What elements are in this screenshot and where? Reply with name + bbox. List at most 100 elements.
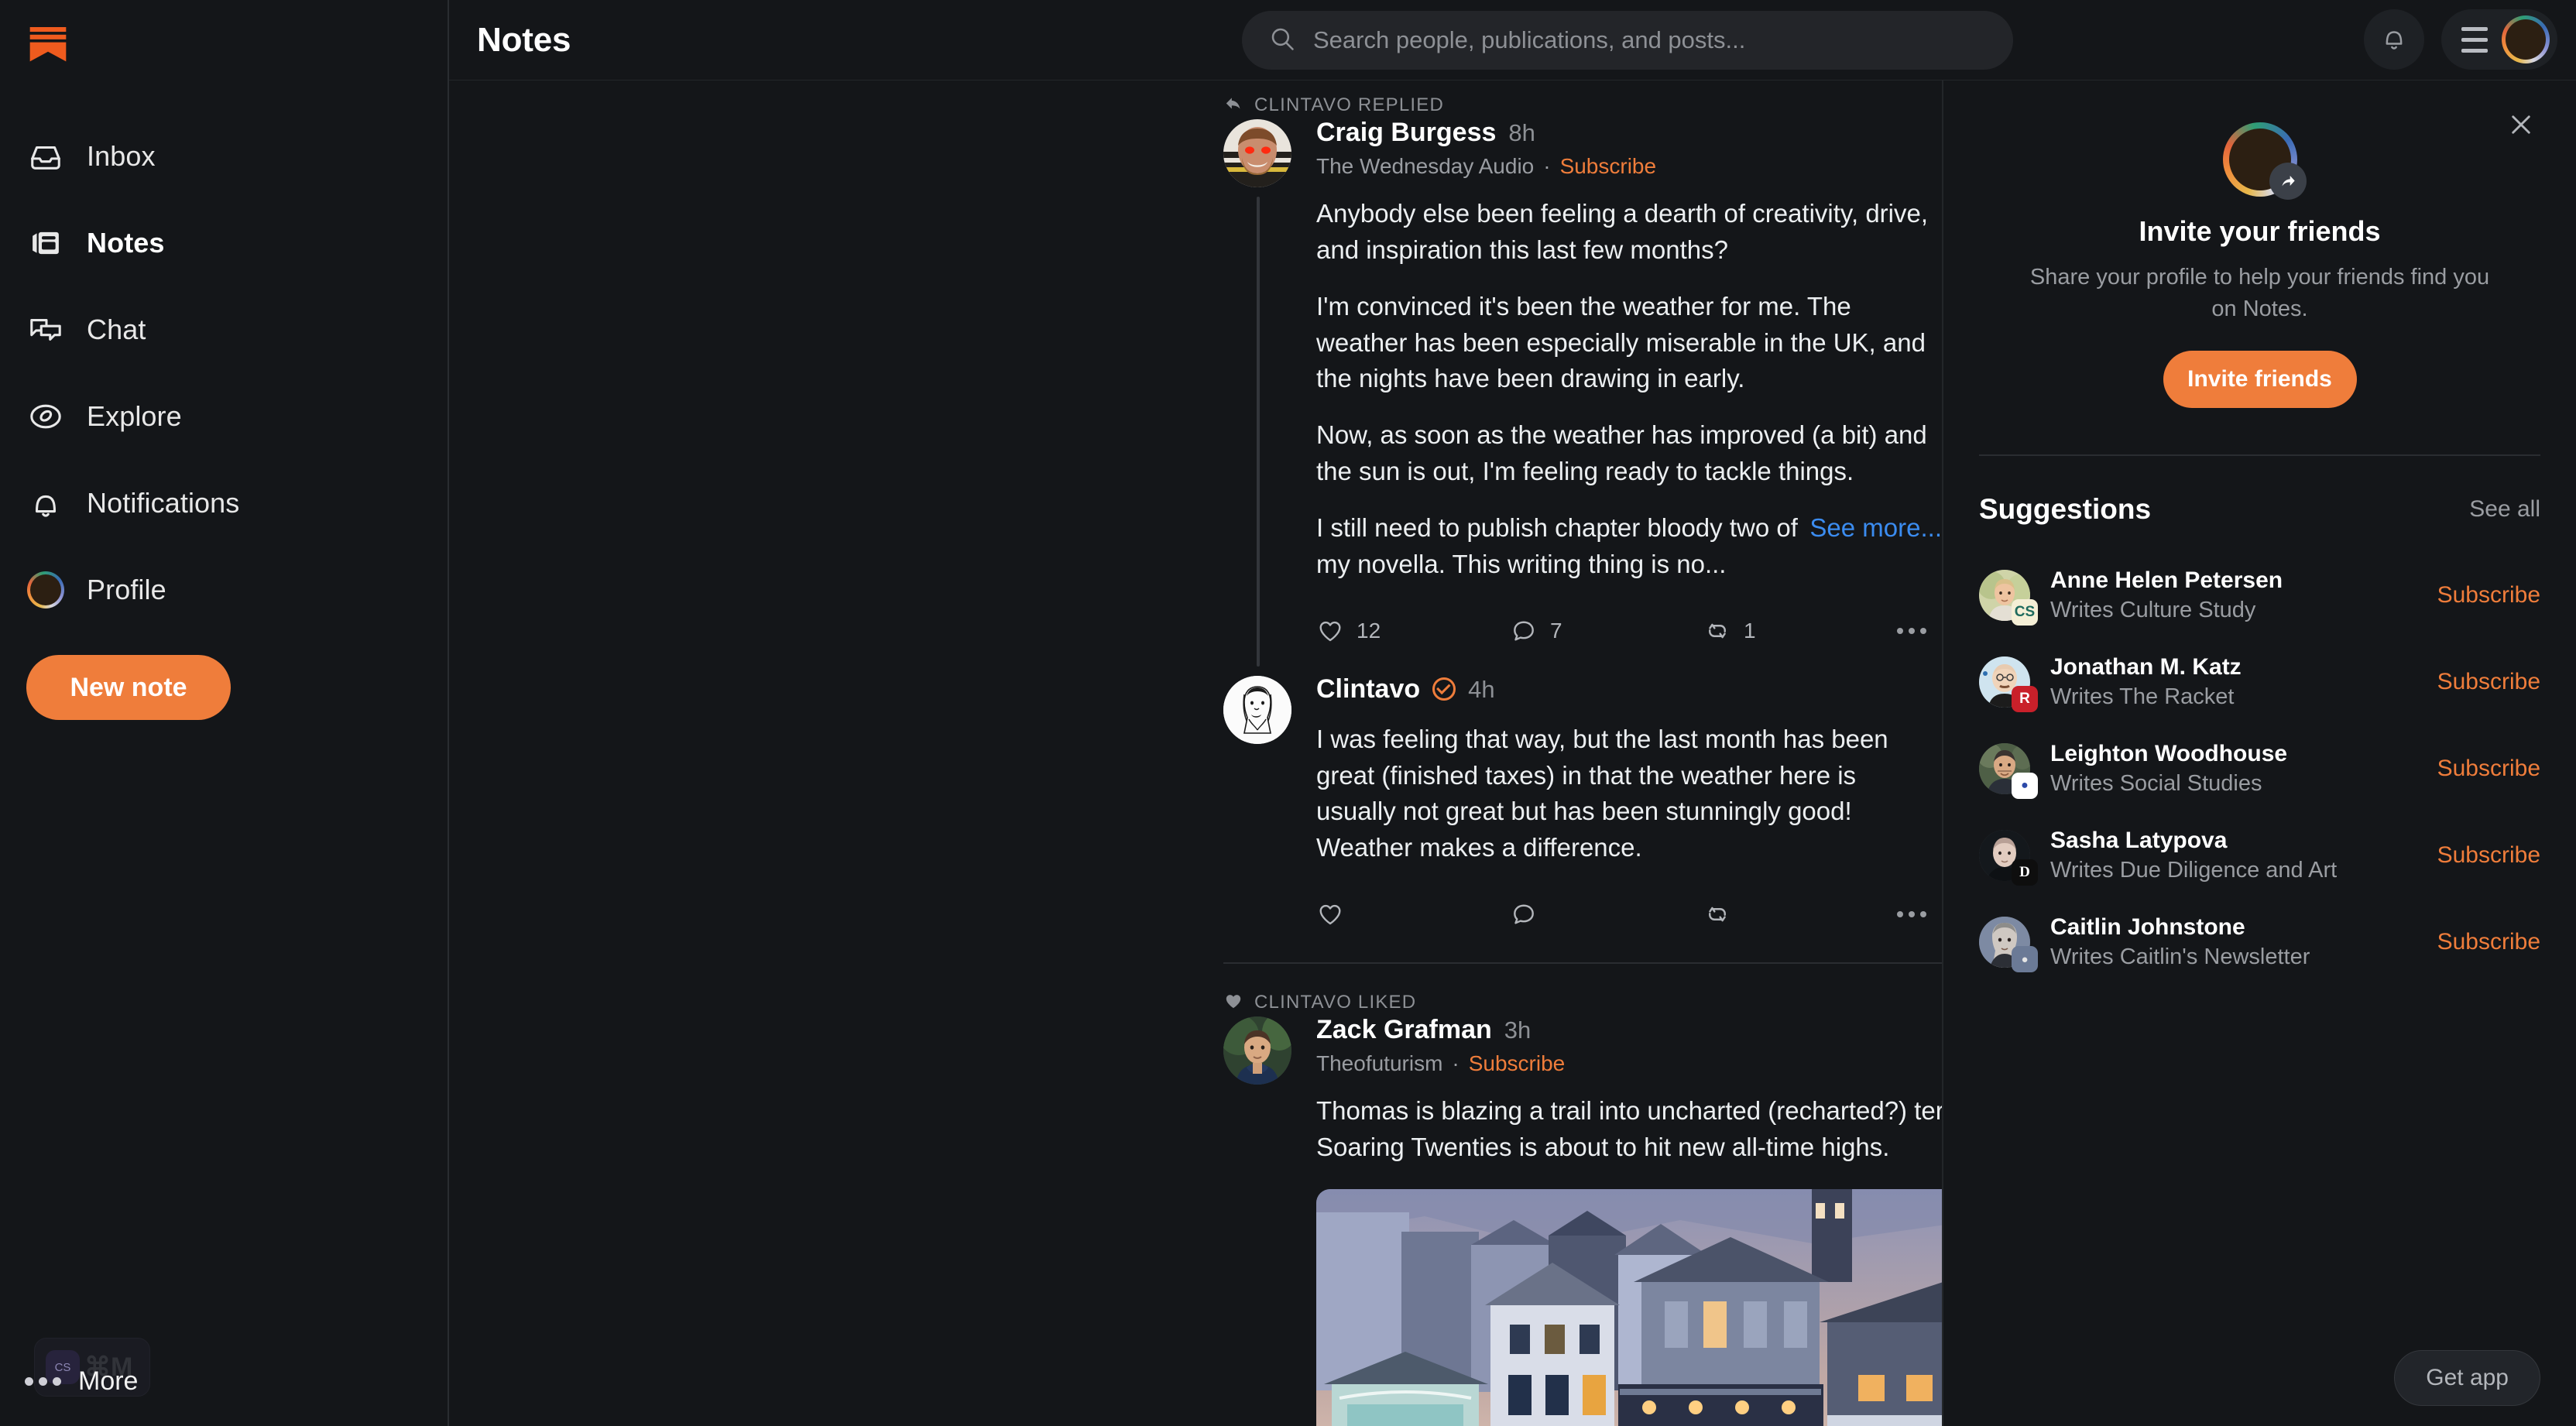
invite-avatar-wrap: [2222, 122, 2307, 200]
note-divider: [1223, 962, 1942, 965]
see-more-link[interactable]: See more...: [1809, 510, 1942, 547]
note-body: Craig Burgess 8h The Wednesday Audio · S…: [1316, 116, 1942, 653]
see-all-link[interactable]: See all: [2469, 496, 2540, 523]
reply-arrow-icon: [1223, 94, 1243, 118]
subscribe-link[interactable]: Subscribe: [1560, 154, 1657, 179]
sidebar-item-label: Inbox: [87, 140, 156, 172]
top-header: Notes Search people, publications, and p…: [449, 0, 2576, 81]
sidebar-item-notifications[interactable]: Notifications: [0, 460, 448, 547]
right-sidebar: Invite your friends Share your profile t…: [1942, 81, 2576, 1426]
like-button[interactable]: 12: [1316, 617, 1510, 645]
list-item[interactable]: ● Leighton Woodhouse Writes Social Studi…: [1979, 725, 2540, 812]
note-paragraph: I'm convinced it's been the weather for …: [1316, 291, 1926, 393]
subscribe-button[interactable]: Subscribe: [2437, 756, 2540, 782]
note-more-button[interactable]: [1897, 627, 1926, 634]
list-item[interactable]: CS Anne Helen Petersen Writes Culture St…: [1979, 552, 2540, 639]
note-author-name[interactable]: Zack Grafman: [1316, 1015, 1492, 1045]
get-app-button[interactable]: Get app: [2394, 1350, 2540, 1406]
close-button[interactable]: [2502, 107, 2540, 146]
list-item[interactable]: D Sasha Latypova Writes Due Diligence an…: [1979, 812, 2540, 899]
note-more-button[interactable]: [1897, 911, 1926, 918]
note-paragraph-text: I still need to publish chapter bloody t…: [1316, 513, 1798, 578]
subscribe-button[interactable]: Subscribe: [2437, 582, 2540, 608]
suggestions-title: Suggestions: [1979, 493, 2152, 526]
restack-button[interactable]: [1703, 900, 1897, 928]
suggestions-list: CS Anne Helen Petersen Writes Culture St…: [1979, 552, 2540, 986]
chat-icon: [26, 310, 65, 349]
comment-button[interactable]: [1510, 900, 1703, 928]
hamburger-icon: [2461, 26, 2488, 53]
note-timestamp: 8h: [1508, 119, 1535, 146]
list-item[interactable]: R Jonathan M. Katz Writes The Racket Sub…: [1979, 639, 2540, 725]
note-actions: [1316, 893, 1942, 936]
left-sidebar: Inbox Notes Chat Explore Notifications P…: [0, 0, 449, 1426]
avatar[interactable]: [1223, 119, 1291, 187]
publication-name[interactable]: The Wednesday Audio: [1316, 154, 1534, 179]
new-note-button[interactable]: New note: [26, 655, 231, 720]
author-avatar-column: [1223, 116, 1293, 667]
search-input[interactable]: Search people, publications, and posts..…: [1242, 11, 2013, 70]
like-count: 12: [1357, 618, 1381, 643]
sidebar-item-profile[interactable]: Profile: [0, 547, 448, 633]
avatar-wrap: ●: [1979, 917, 2038, 973]
search-placeholder: Search people, publications, and posts..…: [1313, 26, 1746, 53]
note-author-name[interactable]: Clintavo: [1316, 674, 1420, 704]
suggestion-info: Jonathan M. Katz Writes The Racket: [2050, 654, 2417, 710]
note-author-row: Craig Burgess 8h: [1316, 118, 1942, 148]
note-publication-row: The Wednesday Audio · Subscribe: [1316, 154, 1942, 179]
avatar-wrap: D: [1979, 830, 2038, 886]
note-main: Clintavo 4h I was feeling that way, but …: [449, 673, 1942, 936]
sidebar-more-button[interactable]: More: [22, 1366, 138, 1397]
suggestion-publication: Writes Due Diligence and Art: [2050, 858, 2338, 883]
comment-count: 7: [1550, 618, 1562, 643]
sidebar-item-chat[interactable]: Chat: [0, 286, 448, 373]
subscribe-button[interactable]: Subscribe: [2437, 842, 2540, 869]
user-avatar: [2502, 15, 2550, 63]
suggestion-info: Anne Helen Petersen Writes Culture Study: [2050, 567, 2417, 623]
invite-title: Invite your friends: [2139, 215, 2381, 247]
thread-connector-line: [1257, 197, 1260, 667]
subscribe-link[interactable]: Subscribe: [1469, 1051, 1566, 1076]
avatar-wrap: R: [1979, 656, 2038, 713]
list-item[interactable]: ● Caitlin Johnstone Writes Caitlin's New…: [1979, 899, 2540, 986]
author-avatar-column: [1223, 1013, 1293, 1426]
note-context-label: CLINTAVO REPLIED: [1254, 94, 1445, 115]
publication-badge-icon: ●: [2012, 773, 2038, 800]
separator-dot: ·: [1543, 154, 1551, 178]
publication-name[interactable]: Theofuturism: [1316, 1051, 1442, 1076]
subscribe-button[interactable]: Subscribe: [2437, 929, 2540, 955]
subscribe-button[interactable]: Subscribe: [2437, 669, 2540, 695]
sidebar-nav: Inbox Notes Chat Explore Notifications P…: [0, 113, 448, 633]
close-icon: [2506, 110, 2536, 143]
note-item: Clintavo 4h I was feeling that way, but …: [449, 673, 1942, 965]
avatar[interactable]: [1223, 675, 1291, 744]
sidebar-item-inbox[interactable]: Inbox: [0, 113, 448, 200]
note-context: CLINTAVO REPLIED: [1223, 81, 1942, 116]
comment-button[interactable]: 7: [1510, 617, 1703, 645]
note-author-name[interactable]: Craig Burgess: [1316, 118, 1496, 148]
publication-badge-icon: ●: [2012, 946, 2038, 973]
notifications-button[interactable]: [2364, 9, 2424, 70]
restack-button[interactable]: 1: [1703, 617, 1897, 645]
sidebar-item-label: Profile: [87, 574, 166, 605]
note-main: Craig Burgess 8h The Wednesday Audio · S…: [449, 116, 1942, 667]
note-timestamp: 4h: [1468, 675, 1495, 703]
suggestion-name: Anne Helen Petersen: [2050, 567, 2283, 594]
invite-subtitle: Share your profile to help your friends …: [2029, 265, 2490, 321]
sidebar-item-explore[interactable]: Explore: [0, 373, 448, 460]
note-item: CLINTAVO LIKED Zack Grafman 3h Theofutur…: [449, 978, 1942, 1426]
avatar-wrap: CS: [1979, 570, 2038, 626]
note-context: CLINTAVO LIKED: [1223, 978, 1942, 1013]
suggestion-publication: Writes Culture Study: [2050, 598, 2256, 623]
avatar[interactable]: [1223, 1016, 1291, 1085]
account-menu-button[interactable]: [2441, 9, 2557, 70]
avatar-wrap: ●: [1979, 743, 2038, 800]
note-attached-image[interactable]: [1316, 1188, 1942, 1426]
publication-badge-icon: R: [2012, 686, 2038, 713]
invite-friends-button[interactable]: Invite friends: [2163, 351, 2357, 409]
sidebar-item-notes[interactable]: Notes: [0, 200, 448, 286]
avatar-icon: [26, 571, 65, 609]
like-button[interactable]: [1316, 900, 1510, 928]
suggestion-publication: Writes The Racket: [2050, 684, 2235, 710]
substack-logo[interactable]: [26, 22, 70, 65]
